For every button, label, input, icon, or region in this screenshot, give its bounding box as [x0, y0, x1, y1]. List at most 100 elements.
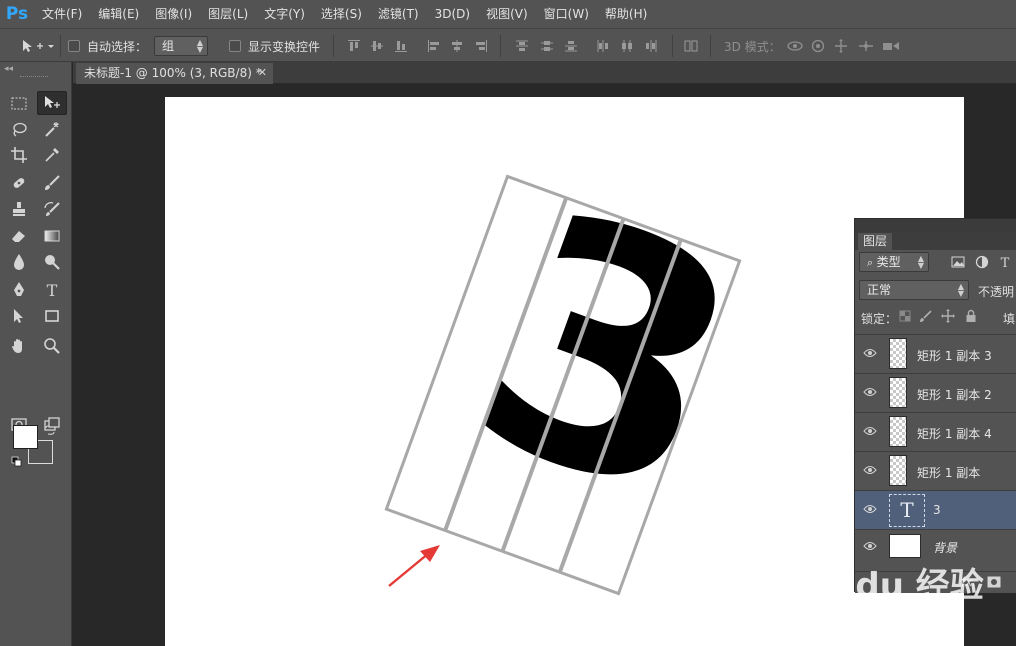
3d-scale-icon[interactable]	[881, 39, 901, 53]
distribute-hcenter-icon[interactable]	[620, 39, 634, 53]
hand-tool-icon[interactable]	[4, 334, 34, 358]
image-filter-icon[interactable]	[950, 254, 966, 270]
eye-icon[interactable]	[863, 464, 877, 476]
baidu-watermark: Bai du 经验 jingyan.baidu.com	[780, 558, 984, 628]
align-left-icon[interactable]	[427, 39, 441, 53]
eyedropper-tool-icon[interactable]	[37, 143, 67, 167]
gradient-tool-icon[interactable]	[37, 224, 67, 248]
layers-lock-row: 锁定： 填	[855, 304, 1016, 330]
3d-pan-icon[interactable]	[833, 39, 849, 53]
type-filter-icon[interactable]: T	[997, 254, 1013, 270]
align-top-icon[interactable]	[347, 39, 361, 53]
eye-icon[interactable]	[863, 540, 877, 552]
eye-icon[interactable]	[863, 503, 877, 515]
lock-transparent-icon[interactable]	[899, 310, 911, 322]
distribute-right-icon[interactable]	[644, 39, 658, 53]
distribute-top-icon[interactable]	[515, 39, 529, 53]
distribute-left-icon[interactable]	[596, 39, 610, 53]
distribute-bottom-icon[interactable]	[564, 39, 578, 53]
crop-tool-icon[interactable]	[4, 143, 34, 167]
document-tab[interactable]: 未标题-1 @ 100% (3, RGB/8) * ✕	[76, 63, 273, 84]
layers-tab-row: 图层	[855, 232, 1016, 250]
divider	[710, 35, 711, 57]
eye-icon[interactable]	[863, 386, 877, 398]
type-tool-icon[interactable]: T	[37, 278, 67, 302]
document-tab-bar: 未标题-1 @ 100% (3, RGB/8) * ✕	[73, 62, 1016, 84]
screen-mode-icon[interactable]	[37, 412, 67, 436]
distribute-vcenter-icon[interactable]	[540, 39, 554, 53]
menu-window[interactable]: 窗口(W)	[536, 0, 597, 28]
auto-select-toggle[interactable]: 自动选择：	[68, 29, 147, 63]
dodge-tool-icon[interactable]	[37, 250, 67, 274]
menu-help[interactable]: 帮助(H)	[597, 0, 655, 28]
menu-layer[interactable]: 图层(L)	[200, 0, 256, 28]
default-colors-icon[interactable]	[11, 456, 23, 468]
layer-row[interactable]: 矩形 1 副本 4	[855, 412, 1016, 451]
show-transform-checkbox[interactable]	[229, 40, 241, 52]
lasso-tool-icon[interactable]	[4, 117, 34, 141]
auto-select-checkbox[interactable]	[68, 40, 80, 52]
pen-tool-icon[interactable]	[4, 278, 34, 302]
brush-tool-icon[interactable]	[37, 171, 67, 195]
layer-name: 3	[933, 503, 941, 517]
eye-icon[interactable]	[863, 347, 877, 359]
menu-type[interactable]: 文字(Y)	[256, 0, 313, 28]
layer-thumbnail	[889, 455, 907, 486]
align-bottom-icon[interactable]	[394, 39, 408, 53]
layers-panel: 图层 ⌕ 类型 ▲▼ T 正常 ▲▼ 不透明 锁定： 填 矩形 1 副本 3	[854, 218, 1016, 593]
lock-image-icon[interactable]	[919, 309, 933, 323]
menu-view[interactable]: 视图(V)	[478, 0, 536, 28]
layer-row[interactable]: 矩形 1 副本 2	[855, 373, 1016, 412]
lock-all-icon[interactable]	[964, 309, 978, 323]
close-icon[interactable]: ✕	[258, 63, 267, 83]
panel-grip[interactable]	[20, 76, 48, 79]
menu-file[interactable]: 文件(F)	[34, 0, 90, 28]
add-mask-icon[interactable]	[987, 576, 1001, 588]
align-hcenter-icon[interactable]	[450, 39, 464, 53]
layer-row[interactable]: 矩形 1 副本	[855, 451, 1016, 490]
menu-edit[interactable]: 编辑(E)	[90, 0, 147, 28]
menu-image[interactable]: 图像(I)	[147, 0, 200, 28]
3d-slide-icon[interactable]	[857, 39, 875, 53]
blend-mode-dropdown[interactable]: 正常 ▲ ▼	[859, 280, 969, 300]
photoshop-logo: Ps	[5, 4, 29, 24]
3d-roll-icon[interactable]	[810, 39, 826, 53]
layer-row-selected[interactable]: T 3	[855, 490, 1016, 529]
auto-select-dropdown[interactable]: 组 ▲ ▼	[154, 36, 208, 56]
tool-preset-picker[interactable]	[20, 29, 56, 63]
dropdown-arrows-icon: ▲ ▼	[957, 282, 964, 298]
auto-align-icon[interactable]	[684, 39, 698, 53]
collapse-panel-icon[interactable]: ◂◂	[4, 64, 13, 74]
align-vcenter-icon[interactable]	[370, 39, 384, 53]
blur-tool-icon[interactable]	[4, 250, 34, 274]
svg-text:T: T	[47, 281, 58, 299]
layers-panel-header[interactable]	[855, 219, 1016, 232]
filter-kind-dropdown[interactable]: ⌕ 类型 ▲ ▼	[859, 252, 929, 272]
zoom-tool-icon[interactable]	[37, 334, 67, 358]
foreground-color-swatch[interactable]	[13, 425, 38, 449]
menu-select[interactable]: 选择(S)	[313, 0, 370, 28]
lock-position-icon[interactable]	[941, 309, 955, 323]
move-tool-icon[interactable]	[37, 91, 67, 115]
path-selection-tool-icon[interactable]	[4, 304, 34, 328]
layer-row[interactable]: 矩形 1 副本 3	[855, 334, 1016, 373]
divider	[672, 35, 673, 57]
background-thumbnail	[889, 534, 921, 558]
menu-3d[interactable]: 3D(D)	[427, 0, 478, 28]
adjustment-filter-icon[interactable]	[974, 254, 990, 270]
clone-stamp-tool-icon[interactable]	[4, 197, 34, 221]
show-transform-toggle[interactable]: 显示变换控件	[229, 29, 320, 63]
eraser-tool-icon[interactable]	[4, 224, 34, 248]
history-brush-tool-icon[interactable]	[37, 197, 67, 221]
tools-panel: ◂◂ T	[0, 62, 72, 646]
align-right-icon[interactable]	[474, 39, 488, 53]
eye-icon[interactable]	[863, 425, 877, 437]
3d-rotate-icon[interactable]	[786, 39, 804, 53]
tab-layers[interactable]: 图层	[858, 233, 892, 250]
healing-brush-tool-icon[interactable]	[4, 171, 34, 195]
rectangle-tool-icon[interactable]	[37, 304, 67, 328]
magic-wand-tool-icon[interactable]	[37, 117, 67, 141]
menu-filter[interactable]: 滤镜(T)	[370, 0, 427, 28]
layer-thumbnail	[889, 338, 907, 369]
marquee-tool-icon[interactable]	[4, 91, 34, 115]
